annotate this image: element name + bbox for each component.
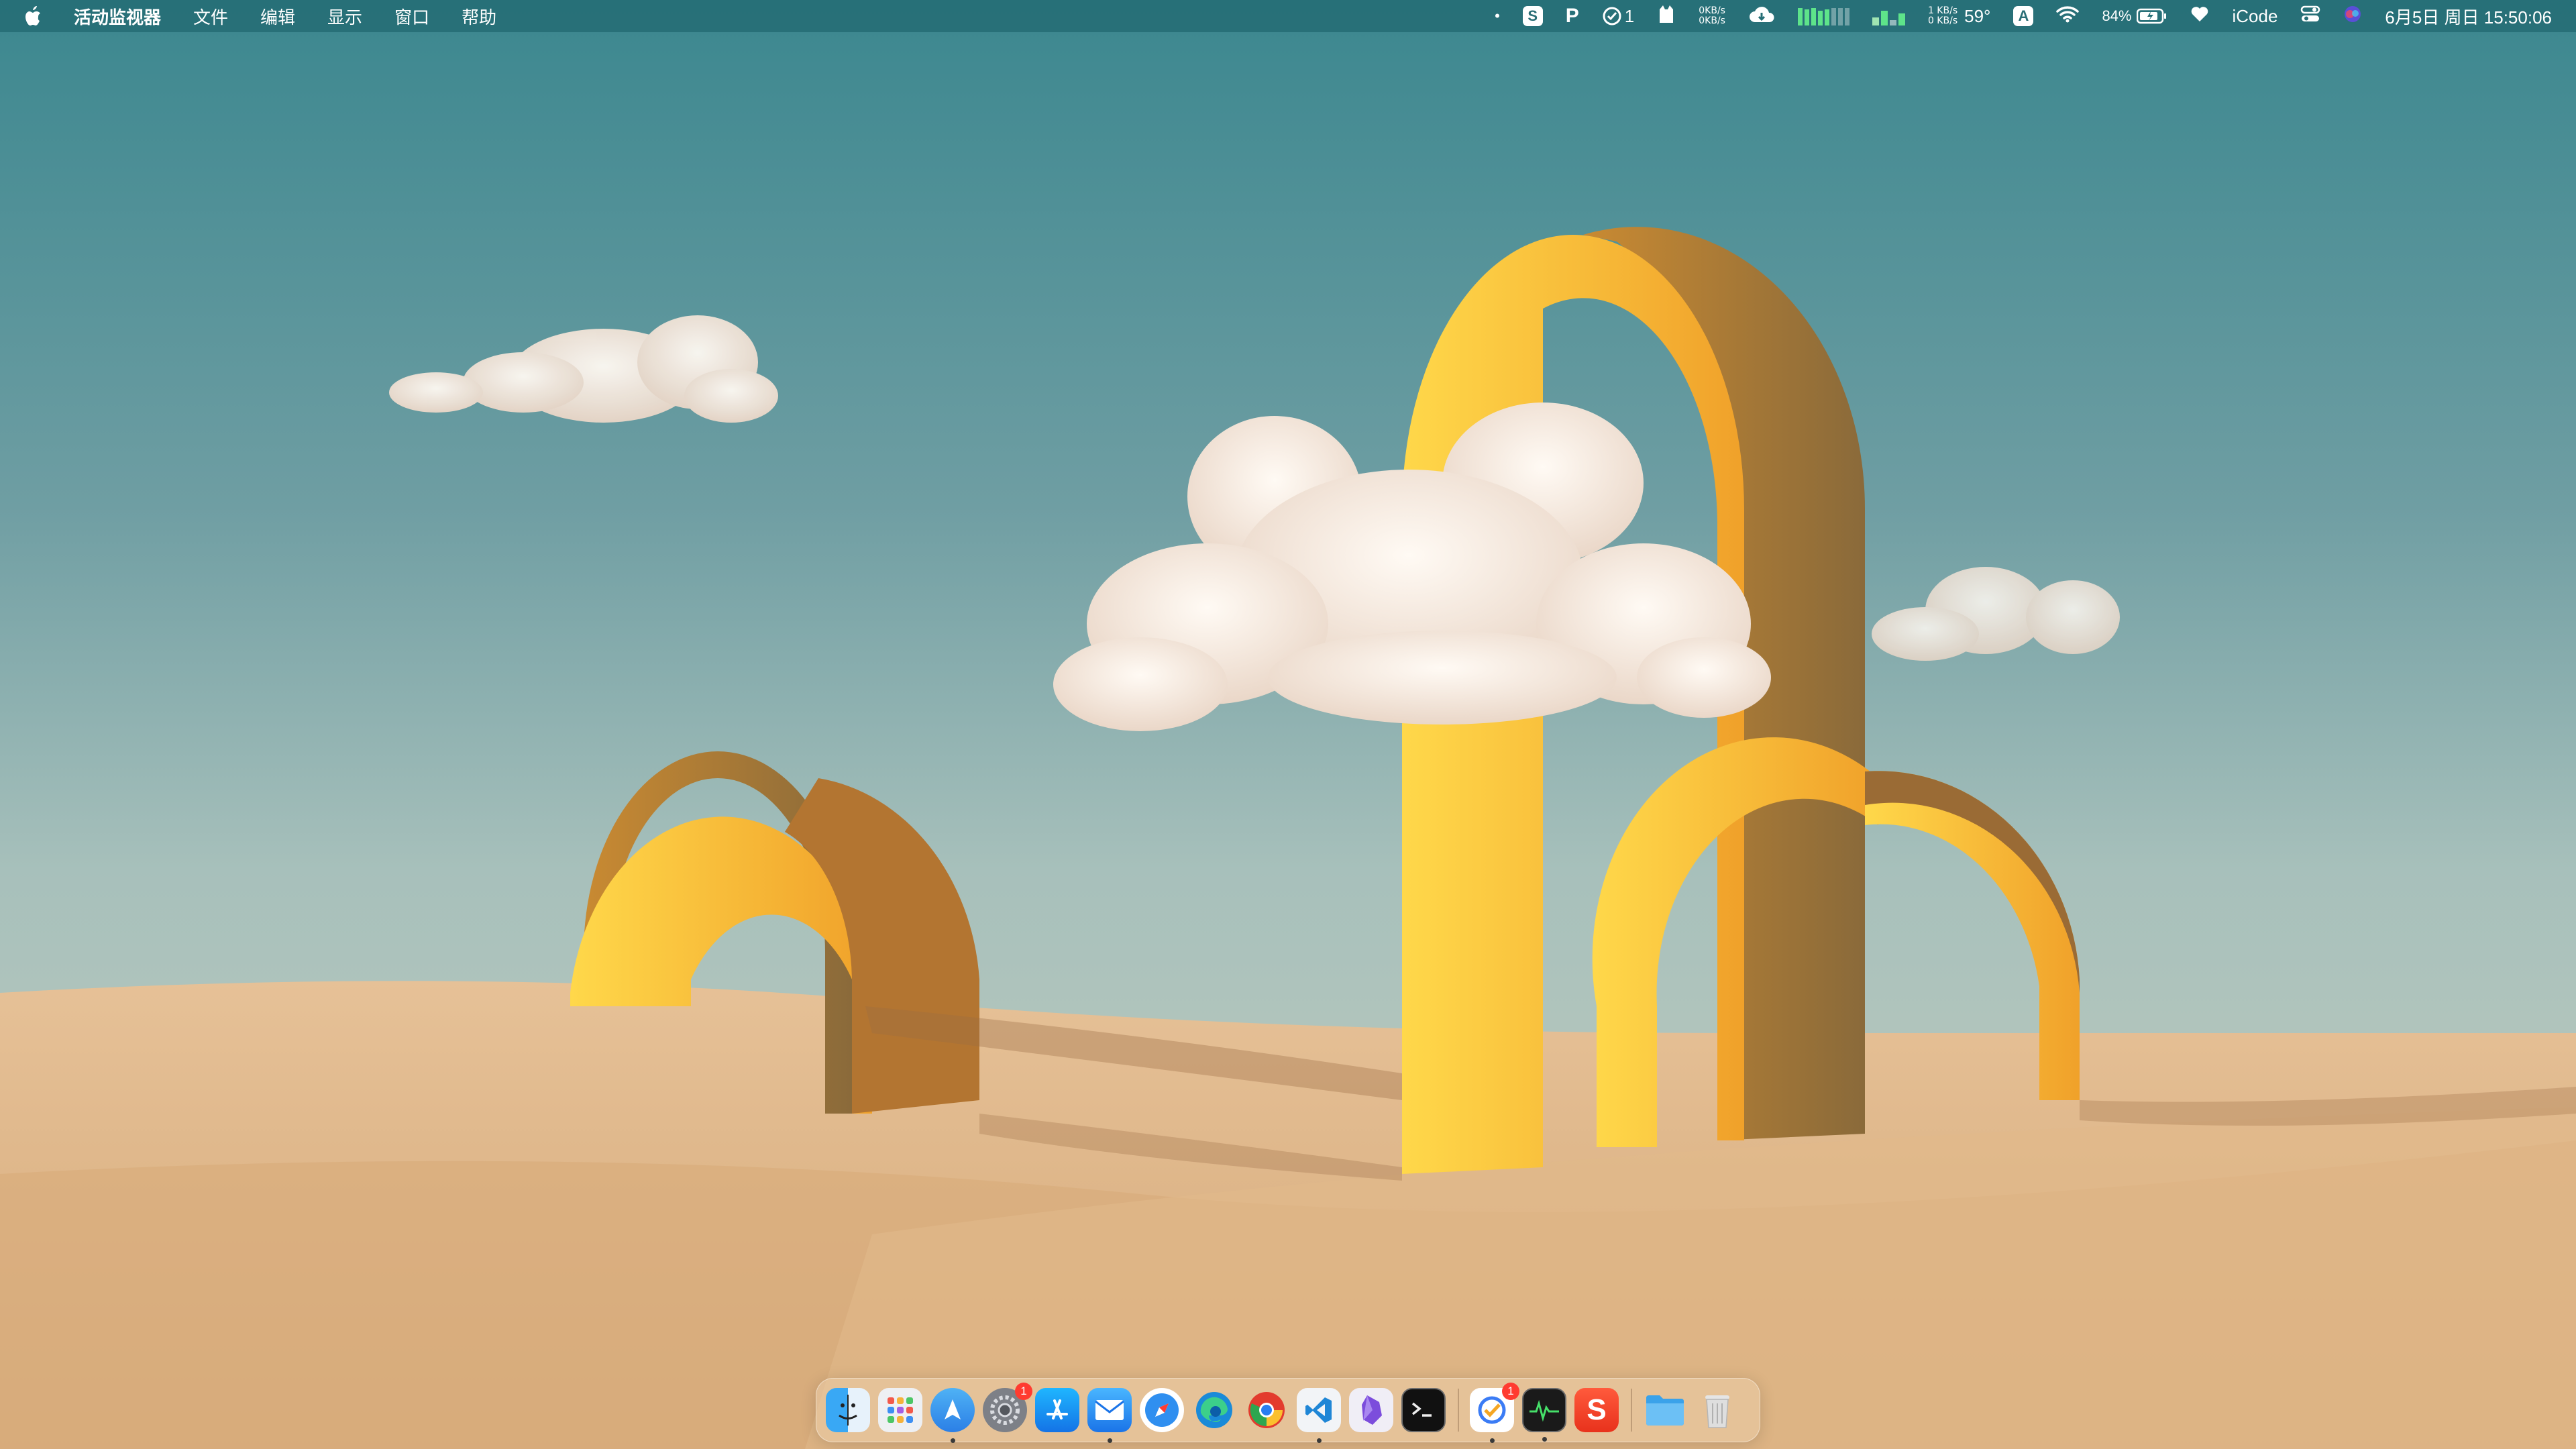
- memory-graph-icon[interactable]: [1872, 7, 1905, 25]
- dock-terminal[interactable]: [1401, 1388, 1446, 1432]
- desktop-wallpaper: [0, 0, 2576, 1449]
- input-source-icon[interactable]: A: [2013, 6, 2034, 26]
- dock-edge[interactable]: [1192, 1388, 1236, 1432]
- dock-maps[interactable]: [930, 1388, 975, 1443]
- safari-icon: [1145, 1393, 1179, 1427]
- running-indicator: [1490, 1438, 1495, 1443]
- heart-icon[interactable]: [2190, 5, 2209, 28]
- maps-icon: [945, 1399, 961, 1419]
- running-indicator: [951, 1438, 955, 1443]
- wifi-icon[interactable]: [2056, 5, 2080, 28]
- net-upload: 0KB/s: [1699, 5, 1725, 16]
- launchpad-icon: [888, 1397, 913, 1423]
- task-icon: [1478, 1396, 1506, 1424]
- dock-app-store[interactable]: [1035, 1388, 1079, 1432]
- dock-safari[interactable]: [1140, 1388, 1184, 1432]
- menu-help[interactable]: 帮助: [462, 4, 496, 29]
- cpu-graph-icon[interactable]: [1797, 7, 1849, 25]
- menu-bar-right: • S P 1 0KB/s 0KB/s 1 KB/s 0 KB/s 59° A: [1472, 0, 2552, 32]
- badge: 1: [1502, 1383, 1519, 1400]
- chrome-icon: [1248, 1392, 1285, 1428]
- net-download: 0KB/s: [1699, 15, 1725, 26]
- dot-icon[interactable]: •: [1495, 7, 1500, 25]
- edge-icon: [1196, 1392, 1232, 1428]
- finder-icon: [839, 1395, 857, 1426]
- siri-icon[interactable]: [2343, 5, 2362, 28]
- obsidian-icon: [1362, 1395, 1382, 1425]
- net-speed-1[interactable]: 0KB/s 0KB/s: [1699, 6, 1725, 26]
- skype-icon[interactable]: S: [1522, 6, 1543, 26]
- net2-download: 0 KB/s: [1927, 15, 1958, 26]
- cloud-icon[interactable]: [1748, 5, 1775, 28]
- activity-monitor-icon: [1529, 1399, 1559, 1422]
- badge: 1: [1015, 1383, 1032, 1400]
- net-speed-2[interactable]: 1 KB/s 0 KB/s: [1928, 6, 1957, 26]
- menu-window[interactable]: 窗口: [394, 4, 429, 29]
- dock-trash[interactable]: [1695, 1388, 1739, 1432]
- app-store-icon: [1046, 1399, 1068, 1419]
- dock-obsidian[interactable]: [1349, 1388, 1393, 1432]
- apple-icon[interactable]: [24, 6, 42, 26]
- running-indicator: [1108, 1438, 1112, 1443]
- dock-separator: [1631, 1389, 1632, 1432]
- battery[interactable]: 84%: [2102, 7, 2167, 25]
- folder-icon: [1646, 1395, 1684, 1426]
- dock-folder[interactable]: [1643, 1388, 1687, 1432]
- running-indicator: [1317, 1438, 1322, 1443]
- p-icon[interactable]: P: [1566, 5, 1579, 28]
- icode-label[interactable]: iCode: [2232, 6, 2277, 27]
- dock-vscode[interactable]: [1297, 1388, 1341, 1443]
- menu-bar-left: 活动监视器 文件 编辑 显示 窗口 帮助: [0, 0, 529, 32]
- trash-icon: [1705, 1395, 1729, 1428]
- terminal-icon: [1411, 1402, 1432, 1417]
- net2-upload: 1 KB/s: [1927, 5, 1958, 16]
- settings-icon: [990, 1395, 1020, 1425]
- menu-app-name[interactable]: 活动监视器: [74, 4, 161, 29]
- vscode-icon: [1305, 1397, 1332, 1423]
- control-center-icon[interactable]: [2300, 5, 2320, 28]
- s-app-icon: S: [1587, 1393, 1607, 1426]
- temperature[interactable]: 59°: [1964, 6, 1990, 27]
- menu-view[interactable]: 显示: [327, 4, 362, 29]
- dock-activity-monitor[interactable]: [1522, 1388, 1566, 1442]
- mail-icon: [1095, 1400, 1124, 1420]
- clock[interactable]: 6月5日 周日 15:50:06: [2385, 4, 2552, 29]
- dock-system-preferences[interactable]: 1: [983, 1383, 1032, 1432]
- dock-separator: [1458, 1389, 1459, 1432]
- dock-chrome[interactable]: [1244, 1388, 1289, 1432]
- menu-edit[interactable]: 编辑: [260, 4, 295, 29]
- dock-task-app[interactable]: 1: [1470, 1383, 1519, 1443]
- running-indicator: [1542, 1437, 1547, 1442]
- cat-icon[interactable]: [1657, 4, 1676, 29]
- checklist-count: 1: [1624, 5, 1635, 26]
- dock-launchpad[interactable]: [878, 1388, 922, 1432]
- dock-finder[interactable]: [826, 1388, 870, 1432]
- battery-icon: [2137, 8, 2167, 24]
- checklist-icon[interactable]: 1: [1602, 6, 1634, 27]
- menu-file[interactable]: 文件: [193, 4, 228, 29]
- dock-mail[interactable]: [1087, 1388, 1132, 1443]
- menu-bar: 活动监视器 文件 编辑 显示 窗口 帮助 • S P 1 0KB/s 0KB/s: [0, 0, 2576, 32]
- battery-percent: 84%: [2102, 7, 2132, 24]
- dock-s-app[interactable]: S: [1574, 1388, 1619, 1432]
- dock: 1 1 S: [816, 1378, 1760, 1443]
